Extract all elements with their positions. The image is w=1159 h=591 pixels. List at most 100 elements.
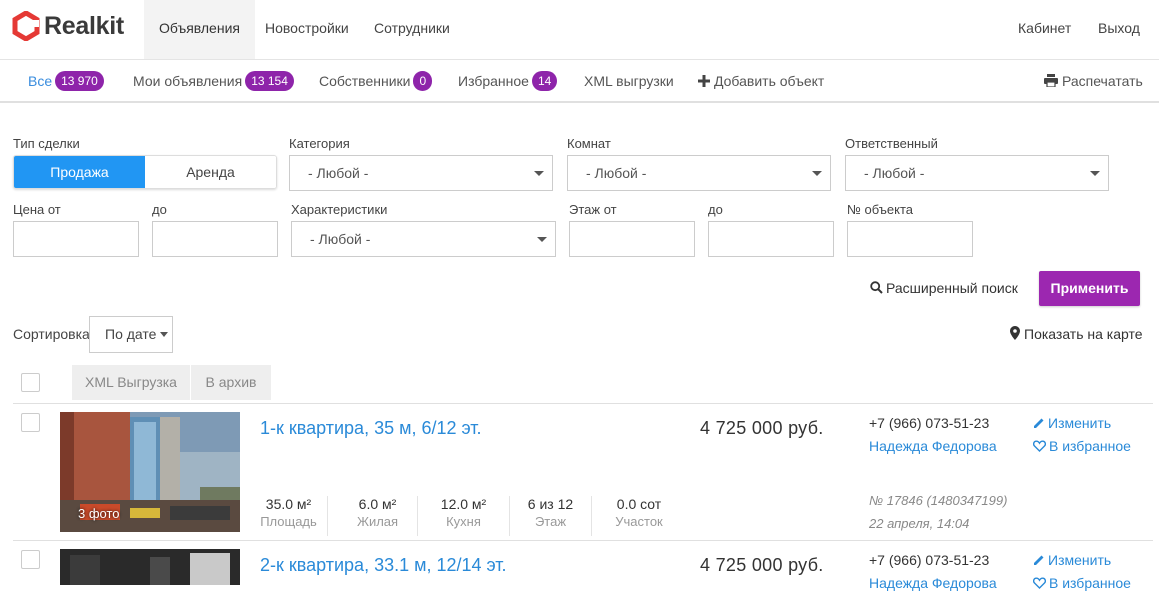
stat-label: Кухня — [446, 514, 481, 529]
stat-floor: 6 из 12 Этаж — [510, 496, 592, 536]
listing-checkbox[interactable] — [21, 550, 40, 569]
stat-label: Участок — [615, 514, 663, 529]
pencil-icon — [1034, 555, 1044, 565]
price-from-label: Цена от — [13, 202, 61, 217]
xml-export-button[interactable]: XML Выгрузка — [72, 365, 190, 400]
object-number-label: № объекта — [847, 202, 914, 217]
tab-my-listings[interactable]: Мои объявления 13 154 — [133, 60, 294, 102]
price-to-input[interactable] — [152, 221, 278, 257]
rooms-value: - Любой - — [586, 165, 647, 181]
print-label: Распечатать — [1062, 73, 1143, 89]
add-object-label: Добавить объект — [714, 73, 825, 89]
price-to-label: до — [152, 202, 167, 217]
printer-icon — [1044, 74, 1058, 88]
pencil-icon — [1034, 418, 1044, 428]
edit-label: Изменить — [1048, 552, 1112, 568]
listing-title[interactable]: 2-к квартира, 33.1 м, 12/14 эт. — [260, 555, 507, 576]
tab-xml-exports[interactable]: XML выгрузки — [584, 60, 674, 102]
floor-to-input[interactable] — [708, 221, 834, 257]
tab-all[interactable]: Все 13 970 — [28, 60, 104, 102]
rooms-select[interactable]: - Любой - — [567, 155, 831, 191]
stat-value: 6.0 м² — [358, 496, 397, 512]
tab-label: Мои объявления — [133, 73, 243, 89]
agent-name[interactable]: Надежда Федорова — [869, 575, 997, 591]
listing-checkbox[interactable] — [21, 413, 40, 432]
deal-type-label: Тип сделки — [13, 136, 80, 151]
features-label: Характеристики — [291, 202, 388, 217]
stat-label: Площадь — [260, 514, 317, 529]
nav-cabinet[interactable]: Кабинет — [1003, 0, 1086, 59]
agent-phone: +7 (966) 073-51-23 — [869, 415, 990, 431]
archive-button[interactable]: В архив — [191, 365, 271, 400]
print-button[interactable]: Распечатать — [1044, 60, 1143, 102]
count-badge: 0 — [413, 71, 433, 91]
listing-photo[interactable]: 3 фото — [60, 412, 240, 532]
stat-value: 0.0 сот — [616, 496, 662, 512]
agent-phone: +7 (966) 073-51-23 — [869, 552, 990, 568]
responsible-select[interactable]: - Любой - — [845, 155, 1109, 191]
map-marker-icon — [1010, 326, 1020, 340]
agent-name[interactable]: Надежда Федорова — [869, 438, 997, 454]
sort-label: Сортировка — [13, 326, 90, 342]
count-badge: 13 970 — [55, 71, 104, 91]
listing-tabs: Все 13 970 Мои объявления 13 154 Собственн… — [0, 60, 1159, 103]
object-number-input[interactable] — [847, 221, 973, 257]
floor-from-label: Этаж от — [569, 202, 617, 217]
search-icon — [870, 281, 883, 294]
listing-photo[interactable] — [60, 549, 240, 585]
floor-from-input[interactable] — [569, 221, 695, 257]
caret-down-icon — [160, 332, 168, 337]
show-on-map-link[interactable]: Показать на карте — [1010, 326, 1143, 342]
features-value: - Любой - — [310, 231, 371, 247]
apply-button[interactable]: Применить — [1039, 271, 1140, 306]
listing-title[interactable]: 1-к квартира, 35 м, 6/12 эт. — [260, 418, 482, 439]
count-badge: 13 154 — [245, 71, 294, 91]
nav-listings[interactable]: Объявления — [144, 0, 255, 59]
tab-label: Избранное — [458, 73, 529, 89]
stat-label: Жилая — [356, 514, 399, 529]
heart-icon — [1032, 440, 1047, 452]
edit-link[interactable]: Изменить — [1033, 415, 1111, 431]
tab-favorites[interactable]: Избранное 14 — [458, 60, 558, 102]
stat-value: 12.0 м² — [440, 496, 487, 512]
plus-icon — [698, 75, 710, 87]
sort-select[interactable]: По дате — [89, 316, 173, 353]
advanced-search-label: Расширенный поиск — [886, 280, 1018, 296]
edit-link[interactable]: Изменить — [1033, 552, 1111, 568]
add-to-favorites-link[interactable]: В избранное — [1032, 438, 1131, 454]
brand-logo[interactable]: Realkit — [12, 10, 124, 42]
responsible-value: - Любой - — [864, 165, 925, 181]
caret-down-icon — [534, 171, 544, 176]
stat-label: Этаж — [534, 514, 567, 529]
nav-employees[interactable]: Сотрудники — [359, 0, 465, 59]
sort-value: По дате — [105, 326, 157, 342]
select-all-checkbox[interactable] — [21, 373, 40, 392]
favorite-label: В избранное — [1049, 438, 1131, 454]
tab-owners[interactable]: Собственники 0 — [319, 60, 433, 102]
tab-label: Собственники — [319, 73, 411, 89]
advanced-search-link[interactable]: Расширенный поиск — [870, 280, 1018, 296]
divider — [13, 540, 1153, 541]
responsible-label: Ответственный — [845, 136, 938, 151]
listing-date: 22 апреля, 14:04 — [869, 516, 970, 531]
heart-icon — [1032, 577, 1047, 589]
listing-price: 4 725 000 руб. — [700, 555, 824, 575]
price-from-input[interactable] — [13, 221, 139, 257]
nav-logout[interactable]: Выход — [1083, 0, 1155, 59]
divider — [13, 403, 1153, 404]
deal-rent-option[interactable]: Аренда — [145, 156, 276, 188]
category-label: Категория — [289, 136, 350, 151]
stat-plot: 0.0 сот Участок — [596, 496, 682, 536]
stat-living: 6.0 м² Жилая — [338, 496, 418, 536]
realkit-logo-icon — [12, 11, 40, 41]
stat-area: 35.0 м² Площадь — [250, 496, 328, 536]
favorite-label: В избранное — [1049, 575, 1131, 591]
brand-name: Realkit — [44, 11, 124, 40]
deal-sale-option[interactable]: Продажа — [14, 156, 145, 188]
features-select[interactable]: - Любой - — [291, 221, 556, 257]
add-object-button[interactable]: Добавить объект — [698, 60, 824, 102]
category-select[interactable]: - Любой - — [289, 155, 553, 191]
tab-label: Все — [28, 73, 53, 89]
add-to-favorites-link[interactable]: В избранное — [1032, 575, 1131, 591]
nav-new-buildings[interactable]: Новостройки — [250, 0, 364, 59]
